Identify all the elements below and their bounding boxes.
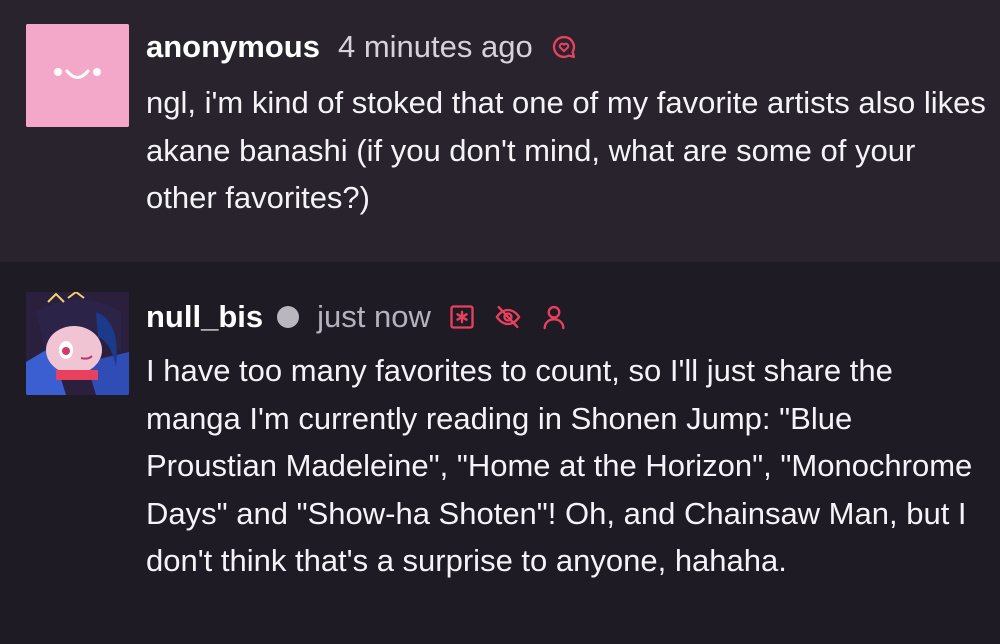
- status-dot: [277, 306, 300, 328]
- asterisk-box-icon[interactable]: [447, 302, 477, 332]
- answer-card: null_bis just now I have too many favori…: [0, 262, 1000, 644]
- answer-text: I have too many favorites to count, so I…: [146, 353, 973, 578]
- heart-chat-icon: [549, 32, 579, 62]
- timestamp[interactable]: 4 minutes ago: [338, 29, 533, 65]
- ask-thread: anonymous 4 minutes ago ngl, i'm kind of…: [0, 0, 1000, 644]
- eye-off-icon[interactable]: [493, 302, 523, 332]
- answer-header: null_bis just now: [146, 297, 569, 337]
- author-name[interactable]: null_bis: [146, 299, 263, 335]
- question-text: ngl, i'm kind of stoked that one of my f…: [146, 85, 986, 215]
- timestamp[interactable]: just now: [317, 299, 431, 335]
- person-icon[interactable]: [539, 302, 569, 332]
- avatar-illustration: [26, 292, 129, 395]
- anonymous-avatar: [26, 24, 129, 127]
- smiley-face-icon: [26, 24, 129, 127]
- question-card: anonymous 4 minutes ago ngl, i'm kind of…: [0, 0, 1000, 262]
- user-avatar[interactable]: [26, 292, 129, 395]
- author-name[interactable]: anonymous: [146, 29, 320, 65]
- question-header: anonymous 4 minutes ago: [146, 27, 579, 67]
